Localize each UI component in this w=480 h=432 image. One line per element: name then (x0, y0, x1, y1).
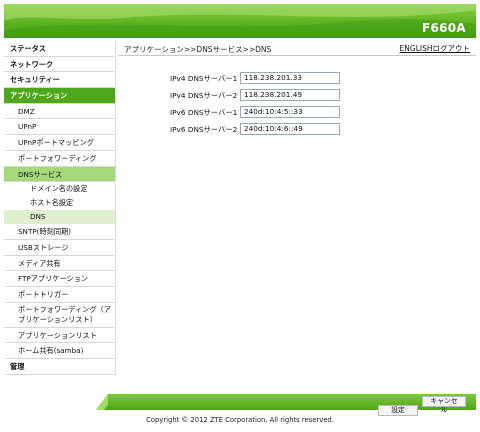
sidebar-item-management[interactable]: 管理 (4, 359, 115, 375)
ipv4-dns1-label: IPv4 DNSサーバー1 (170, 74, 238, 83)
form-row: IPv6 DNSサーバー2 240d:10:4:6::49 (118, 122, 476, 139)
sidebar-item-upnp-port-mapping[interactable]: UPnPポートマッピング (4, 135, 115, 151)
cancel-button[interactable]: キャンセル (422, 396, 466, 414)
main-content: アプリケーション>>DNSサービス>>DNS ENGLISHログアウト IPv4… (118, 41, 476, 135)
ipv6-dns2-label: IPv6 DNSサーバー2 (170, 125, 238, 134)
sidebar-item-usb-storage[interactable]: USBストレージ (4, 240, 115, 256)
sidebar-item-dns-service[interactable]: DNSサービス (4, 166, 115, 183)
header-links: ENGLISHログアウト (400, 43, 470, 54)
logout-link[interactable]: ログアウト (433, 44, 471, 53)
sidebar-item-home-sharing[interactable]: ホーム共有(samba) (4, 343, 115, 359)
ipv4-dns2-input[interactable]: 118.238.201.49 (240, 89, 340, 101)
english-link[interactable]: ENGLISH (400, 44, 433, 53)
sidebar-item-application-list[interactable]: アプリケーションリスト (4, 328, 115, 344)
form-row: IPv4 DNSサーバー1 118.238.201.33 (118, 71, 476, 88)
sidebar-item-port-forwarding[interactable]: ポートフォワーディング (4, 151, 115, 167)
sidebar-nav: ステータス ネットワーク セキュリティー アプリケーション DMZ UPnP U… (4, 41, 116, 375)
sidebar-item-sntp[interactable]: SNTP(時刻同期) (4, 224, 115, 240)
sidebar-item-port-trigger[interactable]: ポートトリガー (4, 287, 115, 303)
sidebar-item-host-name[interactable]: ホスト名設定 (4, 196, 115, 210)
sidebar-item-status[interactable]: ステータス (4, 41, 115, 57)
header-banner: F660A (4, 4, 476, 38)
ipv4-dns2-label: IPv4 DNSサーバー2 (170, 91, 238, 100)
sidebar-item-ftp-application[interactable]: FTPアプリケーション (4, 271, 115, 287)
sidebar-item-dmz[interactable]: DMZ (4, 104, 115, 120)
footer-slash-decoration (4, 394, 108, 410)
copyright-text: Copyright © 2012 ZTE Corporation. All ri… (146, 416, 334, 424)
sidebar-item-media-sharing[interactable]: メディア共有 (4, 256, 115, 272)
footer-buttons: 設定キャンセル (374, 396, 466, 416)
device-model-label: F660A (421, 21, 466, 35)
sidebar-item-security[interactable]: セキュリティー (4, 72, 115, 89)
form-row: IPv4 DNSサーバー2 118.238.201.49 (118, 88, 476, 105)
sidebar-item-network[interactable]: ネットワーク (4, 57, 115, 73)
save-button[interactable]: 設定 (378, 405, 418, 416)
breadcrumb-bar: アプリケーション>>DNSサービス>>DNS ENGLISHログアウト (118, 41, 476, 56)
ipv6-dns1-input[interactable]: 240d:10:4:5::33 (240, 106, 340, 118)
footer-bar: 設定キャンセル (4, 394, 476, 416)
ipv6-dns1-label: IPv6 DNSサーバー1 (170, 108, 238, 117)
sidebar-item-application[interactable]: アプリケーション (4, 88, 115, 104)
sidebar-item-upnp[interactable]: UPnP (4, 119, 115, 136)
breadcrumb: アプリケーション>>DNSサービス>>DNS (124, 45, 272, 54)
dns-form: IPv4 DNSサーバー1 118.238.201.33 IPv4 DNSサーバ… (118, 71, 476, 139)
form-row: IPv6 DNSサーバー1 240d:10:4:5::33 (118, 105, 476, 122)
sidebar-item-dns[interactable]: DNS (4, 210, 115, 225)
ipv6-dns2-input[interactable]: 240d:10:4:6::49 (240, 123, 340, 135)
header-wave-decoration (4, 4, 476, 38)
sidebar-item-domain-name[interactable]: ドメイン名の設定 (4, 182, 115, 196)
sidebar-item-port-forwarding-app-list[interactable]: ポートフォワーディング（アプリケーションリスト） (4, 303, 115, 328)
ipv4-dns1-input[interactable]: 118.238.201.33 (240, 72, 340, 84)
